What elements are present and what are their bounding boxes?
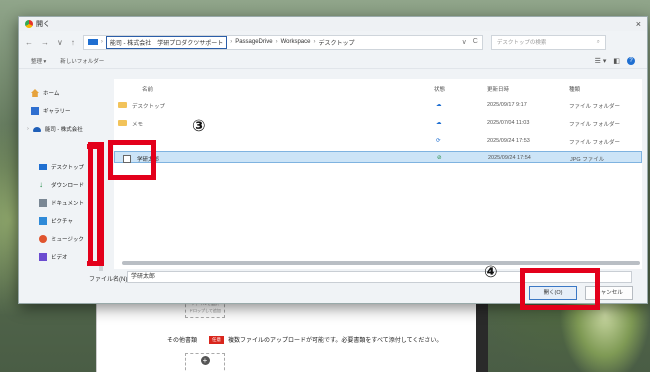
download-icon: ↓ bbox=[39, 180, 43, 189]
home-icon bbox=[31, 89, 39, 97]
file-row-selected[interactable]: 学研太郎 ⊘ 2025/09/24 17:54 JPG ファイル bbox=[114, 151, 642, 163]
close-icon[interactable]: × bbox=[636, 19, 641, 29]
upload-description: 複数ファイルのアップロードが可能です。必要書類をすべて添付してください。 bbox=[228, 338, 443, 344]
column-status[interactable]: 状態 bbox=[434, 85, 445, 93]
preview-pane-icon[interactable]: ◧ bbox=[613, 57, 620, 65]
sidebar-item-videos[interactable]: ビデオ bbox=[39, 251, 68, 263]
sync-status-icon: ⟳ bbox=[436, 138, 441, 144]
highlight-navigation bbox=[88, 142, 104, 266]
file-row[interactable]: ⟳ 2025/09/24 17:53 ファイル フォルダー bbox=[114, 135, 642, 147]
address-row: ← → ∨ ↑ › 能司 - 株式会社 学研プロダクツサポート › Passag… bbox=[19, 31, 647, 53]
refresh-icon[interactable]: C bbox=[473, 38, 478, 46]
cloud-status-icon: ☁ bbox=[436, 120, 442, 126]
upload-dropzone-2[interactable]: + bbox=[185, 353, 225, 372]
sidebar-item-home[interactable]: ホーム bbox=[31, 87, 59, 99]
gallery-icon bbox=[31, 107, 39, 115]
horizontal-scrollbar[interactable] bbox=[122, 261, 640, 265]
help-icon[interactable]: ? bbox=[627, 56, 635, 65]
breadcrumb-company[interactable]: 能司 - 株式会社 学研プロダクツサポート bbox=[105, 35, 228, 49]
highlight-open-button bbox=[520, 268, 600, 310]
expand-chevron-icon: › bbox=[27, 126, 29, 132]
sidebar-item-documents[interactable]: ドキュメント bbox=[39, 197, 84, 209]
column-date[interactable]: 更新日時 bbox=[487, 85, 509, 93]
search-input[interactable]: デスクトップの検索 ⌕ bbox=[490, 34, 606, 50]
dialog-titlebar: 開く × bbox=[19, 17, 647, 31]
column-headers: 名前 状態 更新日時 種類 bbox=[114, 85, 642, 95]
other-documents-label: その他書類 bbox=[167, 338, 198, 344]
document-icon bbox=[39, 199, 47, 207]
music-icon bbox=[39, 235, 47, 243]
search-icon: ⌕ bbox=[596, 38, 600, 45]
step-four-marker: ④ bbox=[484, 262, 498, 281]
sidebar-item-downloads[interactable]: ↓ ダウンロード bbox=[39, 179, 84, 191]
sidebar-item-desktop[interactable]: デスクトップ bbox=[39, 161, 84, 173]
command-toolbar: 整理 ▾ 新しいフォルダー ☰ ▾ ◧ ? bbox=[19, 53, 647, 69]
filename-label: ファイル名(N): bbox=[89, 277, 129, 283]
drive-icon bbox=[87, 39, 98, 45]
breadcrumb-desktop[interactable]: デスクトップ bbox=[318, 38, 354, 47]
other-documents-row: その他書類 任意 複数ファイルのアップロードが可能です。必要書類をすべて添付して… bbox=[167, 335, 442, 344]
file-row[interactable]: デスクトップ ☁ 2025/09/17 9:17 ファイル フォルダー bbox=[114, 99, 642, 111]
view-options-icon[interactable]: ☰ ▾ bbox=[595, 57, 607, 65]
plus-icon: + bbox=[200, 356, 210, 365]
pictures-icon bbox=[39, 217, 47, 225]
organize-button[interactable]: 整理 ▾ bbox=[31, 57, 46, 65]
column-name[interactable]: 名前 bbox=[142, 85, 153, 93]
cloud-status-icon: ☁ bbox=[436, 102, 442, 108]
upload-subtext: ドロップして追加 bbox=[189, 308, 221, 313]
breadcrumb-workspace[interactable]: Workspace bbox=[281, 39, 311, 45]
column-type[interactable]: 種類 bbox=[569, 85, 580, 93]
step-three-marker: ③ bbox=[192, 116, 206, 135]
file-list: 名前 状態 更新日時 種類 デスクトップ ☁ 2025/09/17 9:17 フ… bbox=[114, 79, 642, 269]
desktop-icon bbox=[39, 164, 47, 170]
sidebar-item-music[interactable]: ミュージック bbox=[39, 233, 84, 245]
address-bar[interactable]: › 能司 - 株式会社 学研プロダクツサポート › PassageDrive ›… bbox=[82, 34, 483, 50]
breadcrumb-passagedrive[interactable]: PassageDrive bbox=[235, 39, 272, 45]
chrome-icon bbox=[25, 20, 33, 28]
folder-icon bbox=[118, 102, 127, 108]
dialog-title: 開く bbox=[36, 21, 50, 28]
optional-badge: 任意 bbox=[209, 335, 225, 344]
sidebar-item-gallery[interactable]: ギャラリー bbox=[31, 105, 71, 117]
back-arrow-icon[interactable]: ← bbox=[25, 38, 33, 47]
cloud-icon bbox=[32, 126, 41, 132]
sidebar-item-company-cloud[interactable]: › 能司 - 株式会社 bbox=[27, 123, 83, 135]
available-status-icon: ⊘ bbox=[437, 155, 442, 161]
forward-arrow-icon[interactable]: → bbox=[41, 38, 49, 47]
recent-dropdown-icon[interactable]: ∨ bbox=[57, 38, 63, 47]
up-arrow-icon[interactable]: ↑ bbox=[71, 38, 75, 47]
search-placeholder: デスクトップの検索 bbox=[496, 40, 547, 46]
new-folder-button[interactable]: 新しいフォルダー bbox=[60, 57, 104, 65]
highlight-selected-file bbox=[108, 140, 156, 180]
video-icon bbox=[39, 253, 47, 261]
path-dropdown-icon[interactable]: ∨ bbox=[462, 38, 467, 46]
folder-icon bbox=[118, 120, 127, 126]
sidebar-item-pictures[interactable]: ピクチャ bbox=[39, 215, 73, 227]
